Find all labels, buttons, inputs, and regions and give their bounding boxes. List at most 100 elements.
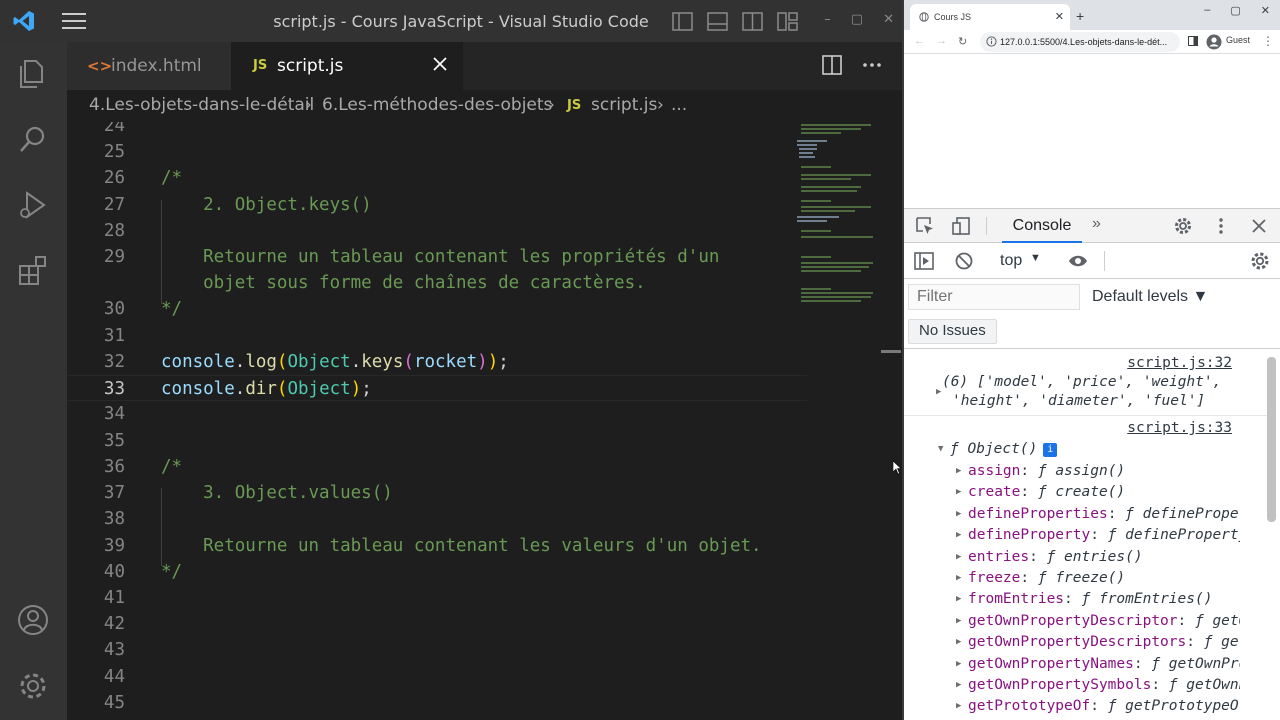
source-link[interactable]: script.js:33 bbox=[1127, 420, 1232, 436]
back-button[interactable]: ← bbox=[914, 35, 925, 47]
maximize-button[interactable]: ▢ bbox=[851, 12, 863, 27]
more-actions-icon[interactable] bbox=[862, 55, 882, 75]
expand-triangle-icon[interactable]: ▶ bbox=[956, 466, 961, 476]
manage-gear-icon[interactable] bbox=[16, 669, 50, 703]
new-tab-button[interactable]: + bbox=[1076, 8, 1084, 24]
show-sidebar-icon[interactable] bbox=[914, 251, 934, 271]
object-property-row[interactable]: getOwnPropertyNames: ƒ getOwnPropertyNam… bbox=[968, 656, 1240, 672]
object-property-row[interactable]: getOwnPropertySymbols: ƒ getOwnPropertyS… bbox=[968, 677, 1240, 693]
tab-index-html[interactable]: <> index.html bbox=[67, 42, 231, 90]
more-tabs-button[interactable]: » bbox=[1092, 215, 1101, 233]
object-property-row[interactable]: fromEntries: ƒ fromEntries() bbox=[968, 591, 1240, 607]
expand-triangle-icon[interactable]: ▶ bbox=[956, 552, 961, 562]
minimize-button[interactable]: – bbox=[1204, 4, 1210, 17]
maximize-button[interactable]: ▢ bbox=[1230, 4, 1240, 17]
code-line: 45 bbox=[67, 690, 807, 716]
expand-triangle-icon[interactable]: ▶ bbox=[956, 487, 961, 497]
object-property-row[interactable]: entries: ƒ entries() bbox=[968, 549, 1240, 565]
profile-label[interactable]: Guest bbox=[1226, 35, 1250, 45]
search-icon[interactable] bbox=[16, 122, 50, 156]
object-property-row[interactable]: getOwnPropertyDescriptor: ƒ getOwnProper… bbox=[968, 613, 1240, 629]
console-object-header[interactable]: ƒ Object() i bbox=[950, 441, 1058, 457]
run-debug-icon[interactable] bbox=[16, 188, 50, 222]
forward-button[interactable]: → bbox=[936, 35, 947, 47]
issues-button[interactable]: No Issues bbox=[908, 319, 997, 344]
minimize-button[interactable]: – bbox=[824, 12, 831, 27]
object-property-row[interactable]: freeze: ƒ freeze() bbox=[968, 570, 1240, 586]
close-tab-icon[interactable] bbox=[429, 53, 451, 75]
inspect-element-icon[interactable] bbox=[916, 217, 934, 235]
sidebar-icon[interactable] bbox=[1188, 36, 1198, 46]
log-levels-dropdown[interactable]: Default levels ▼ bbox=[1092, 288, 1208, 306]
toggle-primary-sidebar-icon[interactable] bbox=[672, 12, 693, 31]
expand-triangle-icon[interactable]: ▶ bbox=[936, 387, 941, 397]
more-options-icon[interactable] bbox=[1212, 217, 1230, 235]
device-toolbar-icon[interactable] bbox=[952, 217, 970, 235]
explorer-icon[interactable] bbox=[16, 56, 50, 90]
profile-avatar-icon[interactable] bbox=[1206, 34, 1222, 50]
code-line: 31 bbox=[67, 323, 807, 349]
customize-layout-icon[interactable] bbox=[777, 12, 798, 31]
toggle-secondary-sidebar-icon[interactable] bbox=[742, 12, 763, 31]
collapse-triangle-icon[interactable]: ▼ bbox=[938, 444, 943, 454]
close-tab-icon[interactable]: ✕ bbox=[1055, 10, 1064, 23]
expand-triangle-icon[interactable]: ▶ bbox=[956, 637, 961, 647]
expand-triangle-icon[interactable]: ▶ bbox=[956, 680, 961, 690]
browser-tab[interactable]: Cours JS ✕ bbox=[910, 4, 1070, 30]
html-file-icon: <> bbox=[87, 57, 113, 75]
object-property-row[interactable]: create: ƒ create() bbox=[968, 484, 1240, 500]
split-editor-icon[interactable] bbox=[822, 55, 842, 75]
object-property-row[interactable]: getPrototypeOf: ƒ getPrototypeOf() bbox=[968, 698, 1240, 714]
expand-triangle-icon[interactable]: ▶ bbox=[956, 509, 961, 519]
browser-menu-icon[interactable]: ⋮ bbox=[1262, 34, 1274, 48]
minimap[interactable] bbox=[797, 122, 877, 342]
code-line: 42 bbox=[67, 611, 807, 637]
code-text: Retourne un tableau contenant les valeur… bbox=[161, 536, 762, 556]
property-key: getOwnPropertyDescriptor bbox=[968, 612, 1178, 629]
close-devtools-icon[interactable] bbox=[1250, 217, 1268, 235]
expand-triangle-icon[interactable]: ▶ bbox=[956, 530, 961, 540]
breadcrumb-folder-2[interactable]: 6.Les-méthodes-des-objets bbox=[322, 95, 552, 115]
expand-triangle-icon[interactable]: ▶ bbox=[956, 573, 961, 583]
accounts-icon[interactable] bbox=[16, 603, 50, 637]
console-scrollbar-thumb[interactable] bbox=[1267, 357, 1276, 522]
editor-actions bbox=[822, 55, 882, 75]
tab-script-js[interactable]: JS script.js bbox=[231, 42, 463, 90]
line-number: 43 bbox=[103, 640, 125, 660]
property-value: ƒ getOwnPropertyDescriptor() bbox=[1194, 612, 1240, 629]
console-settings-gear-icon[interactable] bbox=[1250, 251, 1270, 271]
line-number: 42 bbox=[103, 614, 125, 634]
context-selector[interactable]: top bbox=[1000, 252, 1022, 270]
console-array-output[interactable]: (6) ['model', 'price', 'weight', bbox=[942, 374, 1221, 390]
info-icon[interactable] bbox=[986, 36, 997, 47]
clear-console-icon[interactable] bbox=[954, 251, 974, 271]
close-window-button[interactable]: ✕ bbox=[883, 12, 894, 27]
object-property-row[interactable]: assign: ƒ assign() bbox=[968, 463, 1240, 479]
scrollbar-thumb[interactable] bbox=[881, 350, 901, 353]
expand-triangle-icon[interactable]: ▶ bbox=[956, 616, 961, 626]
breadcrumb-folder-1[interactable]: 4.Les-objets-dans-le-détail bbox=[89, 95, 314, 115]
object-property-row[interactable]: defineProperties: ƒ defineProperties() bbox=[968, 506, 1240, 522]
property-key: getPrototypeOf bbox=[968, 698, 1091, 715]
settings-gear-icon[interactable] bbox=[1174, 217, 1192, 235]
reload-button[interactable]: ↻ bbox=[958, 35, 967, 48]
code-editor[interactable]: 24 25 26 /* 27 2. Object.keys() 28 29 Ret… bbox=[67, 122, 902, 720]
filter-input[interactable]: Filter bbox=[908, 284, 1080, 310]
browser-tab-strip: Cours JS ✕ + – ▢ ✕ bbox=[904, 0, 1280, 30]
live-expression-eye-icon[interactable] bbox=[1068, 251, 1088, 271]
source-link[interactable]: script.js:32 bbox=[1127, 355, 1232, 371]
object-property-row[interactable]: getOwnPropertyDescriptors: ƒ getOwnPrope… bbox=[968, 634, 1240, 650]
extensions-icon[interactable] bbox=[16, 254, 50, 288]
address-bar[interactable]: 127.0.0.1:5500/4.Les-objets-dans-le-dét.… bbox=[980, 32, 1180, 52]
expand-triangle-icon[interactable]: ▶ bbox=[956, 701, 961, 711]
toggle-panel-icon[interactable] bbox=[707, 12, 728, 31]
object-property-row[interactable]: defineProperty: ƒ defineProperty() bbox=[968, 527, 1240, 543]
tab-console[interactable]: Console bbox=[1002, 209, 1082, 243]
breadcrumb-symbol[interactable]: ... bbox=[671, 95, 687, 115]
close-window-button[interactable]: ✕ bbox=[1261, 4, 1270, 17]
expand-triangle-icon[interactable]: ▶ bbox=[956, 594, 961, 604]
log-separator bbox=[904, 415, 1270, 416]
breadcrumb-file[interactable]: script.js bbox=[591, 95, 657, 115]
expand-triangle-icon[interactable]: ▶ bbox=[956, 659, 961, 669]
info-icon[interactable]: i bbox=[1043, 443, 1058, 457]
